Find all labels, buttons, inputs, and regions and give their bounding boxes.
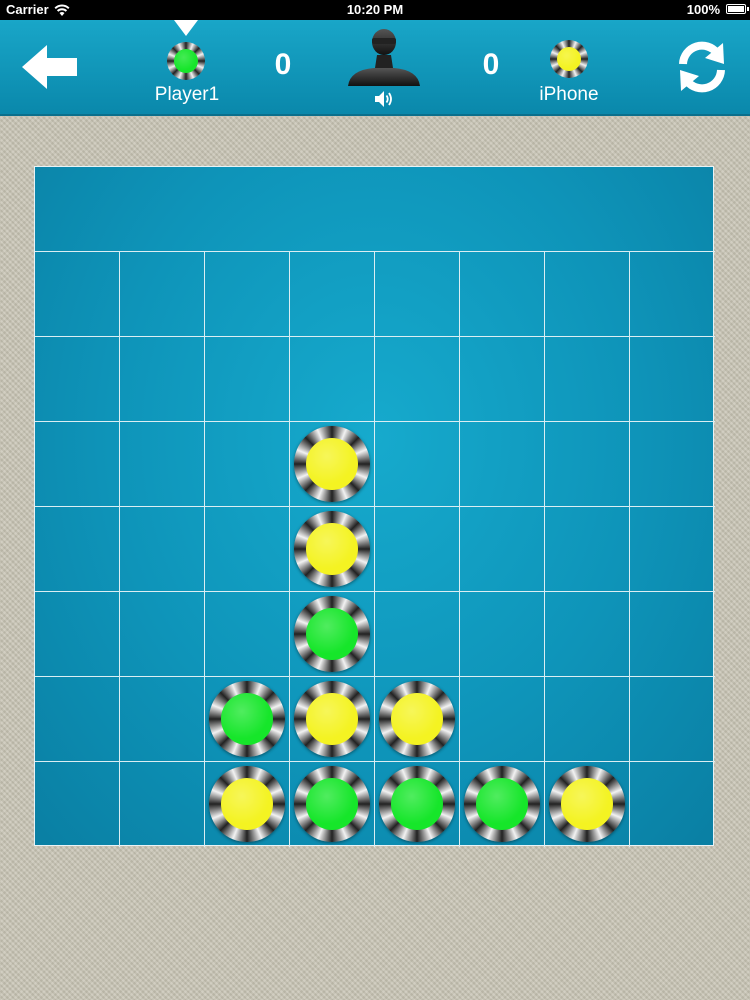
grid-line-vertical [459, 252, 460, 847]
player2-name: iPhone [539, 84, 599, 105]
disc-core [391, 693, 443, 745]
board-column-1[interactable] [35, 167, 120, 847]
player1-disc-core [174, 49, 198, 73]
board-column-2[interactable] [120, 167, 205, 847]
green-disc [294, 596, 370, 672]
back-arrow-icon [22, 45, 77, 89]
disc-core [476, 778, 528, 830]
yellow-disc [549, 766, 625, 842]
grid-line-horizontal [35, 251, 715, 252]
board-column-7[interactable] [545, 167, 630, 847]
grid-line-horizontal [35, 591, 715, 592]
green-disc [209, 681, 285, 757]
grid-line-horizontal [35, 676, 715, 677]
board-column-6[interactable] [460, 167, 545, 847]
player1-score: 0 [274, 48, 292, 81]
disc-core [306, 523, 358, 575]
player2-score: 0 [482, 48, 500, 81]
yellow-disc [294, 426, 370, 502]
disc-core [306, 778, 358, 830]
green-disc [294, 766, 370, 842]
disc-core [391, 778, 443, 830]
clock: 10:20 PM [346, 2, 404, 17]
disc-core [561, 778, 613, 830]
grid-line-horizontal [35, 336, 715, 337]
board-column-8[interactable] [630, 167, 715, 847]
grid-line-vertical [544, 252, 545, 847]
grid-line-vertical [289, 252, 290, 847]
refresh-icon [679, 41, 725, 93]
disc-core [306, 693, 358, 745]
grid-line-vertical [629, 252, 630, 847]
player2-disc-icon [550, 40, 588, 78]
status-bar: Carrier 10:20 PM 100% [0, 0, 750, 20]
battery-icon [726, 4, 749, 14]
yellow-disc [294, 681, 370, 757]
grid-line-vertical [374, 252, 375, 847]
player2-disc-core [557, 47, 581, 71]
yellow-disc [294, 511, 370, 587]
green-disc [379, 766, 455, 842]
green-disc [464, 766, 540, 842]
back-button[interactable] [20, 42, 80, 92]
disc-core [221, 778, 273, 830]
grid-line-horizontal [35, 421, 715, 422]
disc-core [306, 608, 358, 660]
restart-button[interactable] [672, 37, 732, 97]
player1-name: Player1 [154, 84, 220, 105]
disc-core [306, 438, 358, 490]
yellow-disc [379, 681, 455, 757]
disc-core [221, 693, 273, 745]
grid-line-vertical [204, 252, 205, 847]
yellow-disc [209, 766, 285, 842]
game-board [34, 166, 715, 847]
sound-toggle-button[interactable] [372, 88, 396, 110]
turn-indicator-icon [174, 20, 198, 36]
speaker-icon [375, 91, 392, 107]
grid-line-vertical [119, 252, 120, 847]
grid-line-horizontal [35, 506, 715, 507]
game-toolbar: Player1 0 0 iPhone [0, 20, 750, 116]
player1-disc-icon [167, 42, 205, 80]
battery-percent: 100% [686, 2, 720, 17]
opponent-avatar-icon [348, 29, 420, 86]
grid-line-horizontal [35, 761, 715, 762]
